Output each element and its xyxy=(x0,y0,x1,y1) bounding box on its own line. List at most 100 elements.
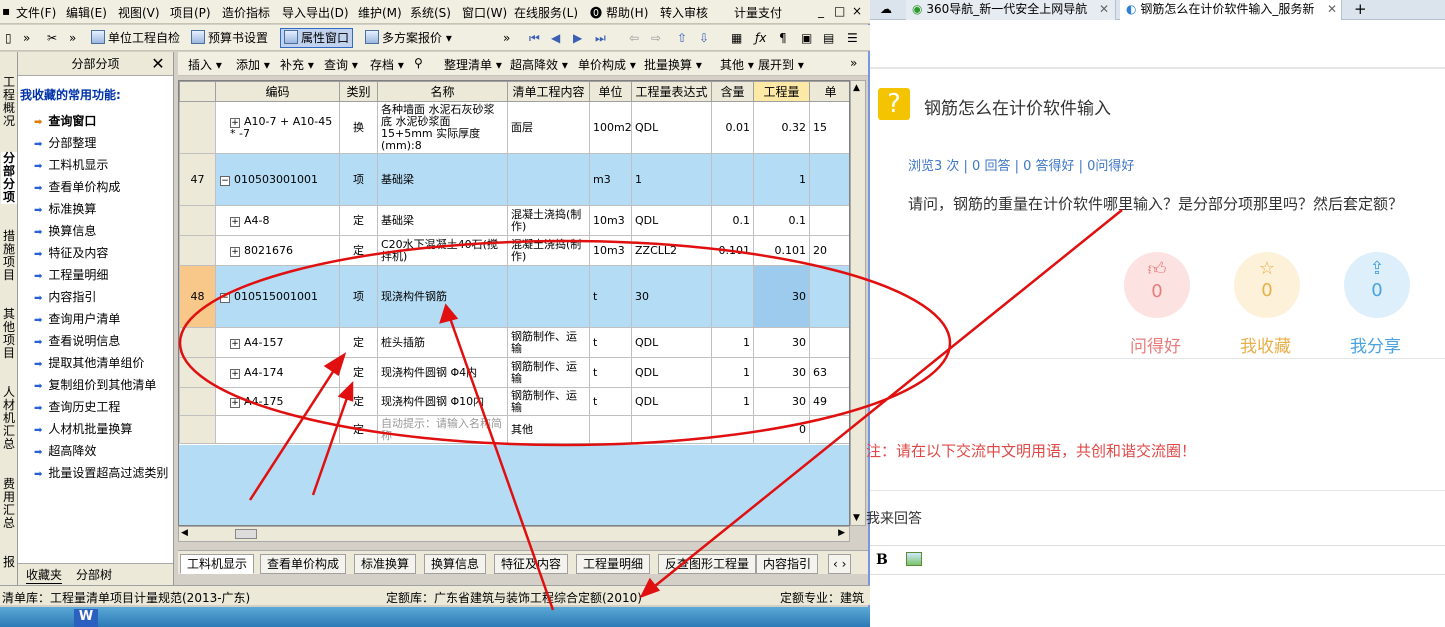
table-row[interactable]: + A4-8 定 基础梁 混凝土浇捣(制作) 10m3 QDL 0.1 0.1 xyxy=(179,205,849,236)
grid-tool-button[interactable]: 其他 ▾ xyxy=(720,56,754,73)
action-label[interactable]: 我收藏 xyxy=(1240,332,1291,357)
cell-qty[interactable]: 30 xyxy=(753,265,810,328)
next-record-icon[interactable]: ▶ xyxy=(570,28,585,48)
cell-content[interactable]: 面层 xyxy=(507,101,590,154)
grid-tool-button[interactable]: 补充 ▾ xyxy=(280,56,314,73)
tab-scroll-icon[interactable]: ‹ › xyxy=(828,554,852,574)
table-row[interactable]: 定 自动提示：请输入名称简称 其他 0 xyxy=(179,415,849,444)
expand-icon[interactable]: + xyxy=(230,368,240,379)
cell-qty[interactable]: 0.101 xyxy=(753,235,810,266)
favorite-item[interactable]: ➡ 换算信息 xyxy=(34,222,96,239)
cell-unit[interactable]: m3 xyxy=(589,153,632,206)
cell-type[interactable]: 定 xyxy=(339,327,378,358)
table-row[interactable]: 48−010515001001 项 现浇构件钢筋 t 30 30 xyxy=(179,265,849,328)
favorite-item[interactable]: ➡ 工程量明细 xyxy=(34,266,108,283)
tab-other-items[interactable]: 其他项目 xyxy=(1,308,17,360)
row-number[interactable]: 47 xyxy=(179,153,216,206)
row-number[interactable] xyxy=(179,205,216,236)
menu-cost-index[interactable]: 造价指标 xyxy=(222,4,270,21)
cell-name[interactable]: 现浇构件圆钢 Φ4内 xyxy=(377,357,508,388)
question-stats[interactable]: 浏览3 次 | 0 回答 | 0 答得好 | 0问得好 xyxy=(908,155,1134,174)
scroll-right-icon[interactable]: ▶ xyxy=(838,528,845,538)
cell-type[interactable]: 项 xyxy=(339,265,378,328)
cell-expr[interactable]: QDL xyxy=(631,205,712,236)
favorite-item[interactable]: ➡ 查看单价构成 xyxy=(34,178,120,195)
prev-record-icon[interactable]: ◀ xyxy=(548,28,563,48)
expand-icon[interactable]: + xyxy=(230,246,240,257)
close-icon[interactable]: ✕ xyxy=(148,52,168,76)
arrow-up-icon[interactable]: ⇧ xyxy=(674,28,690,48)
cell-content[interactable]: 其他 xyxy=(507,415,590,444)
tab-sub-items[interactable]: 分部分项 xyxy=(1,152,17,204)
cell-price[interactable]: 63 xyxy=(809,357,849,388)
tab-measures[interactable]: 措施项目 xyxy=(1,230,17,282)
cell-qty_ratio[interactable]: 0.1 xyxy=(711,205,754,236)
cell-type[interactable]: 定 xyxy=(339,205,378,236)
toolbar-overflow-icon-3[interactable]: » xyxy=(500,28,513,48)
cell-qty_ratio[interactable]: 1 xyxy=(711,327,754,358)
favorite-item[interactable]: ➡ 人材机批量换算 xyxy=(34,420,132,437)
favorite-item[interactable]: ➡ 批量设置超高过滤类别 xyxy=(34,464,168,481)
cell-qty_ratio[interactable]: 1 xyxy=(711,387,754,416)
last-record-icon[interactable]: ⏭ xyxy=(592,28,609,48)
cell-qty_ratio[interactable]: 1 xyxy=(711,357,754,388)
cell-qty[interactable]: 1 xyxy=(753,153,810,206)
tab-material-summary[interactable]: 人材机汇总 xyxy=(1,386,17,451)
row-number[interactable] xyxy=(179,387,216,416)
menu-help[interactable]: 帮助(H) xyxy=(606,4,648,21)
arrow-right-icon[interactable]: ⇨ xyxy=(648,28,664,48)
cell-content[interactable] xyxy=(507,153,590,206)
browser-tab-question[interactable]: ◐ 钢筋怎么在计价软件输入_服务新 ✕ xyxy=(1120,0,1342,20)
tab-close-icon-2[interactable]: ✕ xyxy=(1327,0,1337,18)
cell-price[interactable] xyxy=(809,415,849,444)
bold-button[interactable]: B xyxy=(876,552,888,568)
row-number[interactable] xyxy=(179,101,216,154)
favorite-item[interactable]: ➡ 超高降效 xyxy=(34,442,96,459)
cell-qty[interactable]: 0.32 xyxy=(753,101,810,154)
cell-expr[interactable]: ZZCLL2 xyxy=(631,235,712,266)
cell-qty[interactable]: 30 xyxy=(753,387,810,416)
action-label[interactable]: 我分享 xyxy=(1350,332,1401,357)
cell-unit[interactable]: 100m2 xyxy=(589,101,632,154)
cell-price[interactable]: 20 xyxy=(809,235,849,266)
tab-report[interactable]: 报 xyxy=(1,556,17,569)
menu-edit[interactable]: 编辑(E) xyxy=(66,4,107,21)
cell-content[interactable] xyxy=(507,265,590,328)
favorite-item[interactable]: ➡ 内容指引 xyxy=(34,288,96,305)
expand-icon[interactable]: + xyxy=(230,397,240,408)
action-button[interactable]: ⇪ 0 xyxy=(1344,252,1410,318)
binoculars-icon[interactable]: ⚲ xyxy=(414,56,423,70)
expand-icon[interactable]: + xyxy=(230,338,240,349)
col-unit[interactable]: 单位 xyxy=(589,81,632,102)
col-price[interactable]: 单 xyxy=(809,81,849,102)
cell-expr[interactable]: 1 xyxy=(631,153,712,206)
cell-type[interactable]: 项 xyxy=(339,153,378,206)
cell-name[interactable]: C20水下混凝土40石(搅拌机) xyxy=(377,235,508,266)
cell-price[interactable] xyxy=(809,205,849,236)
cell-code[interactable] xyxy=(215,415,340,444)
scroll-thumb[interactable] xyxy=(235,529,257,539)
cell-price[interactable]: 49 xyxy=(809,387,849,416)
arrow-down-icon[interactable]: ⇩ xyxy=(696,28,712,48)
tab-section-tree[interactable]: 分部树 xyxy=(76,566,112,583)
cell-unit[interactable]: t xyxy=(589,387,632,416)
cell-content[interactable]: 混凝土浇捣(制作) xyxy=(507,205,590,236)
table-row[interactable]: 47−010503001001 项 基础梁 m3 1 1 xyxy=(179,153,849,206)
grid-tool-button[interactable]: 超高降效 ▾ xyxy=(510,56,568,73)
detail-tab[interactable]: 工料机显示 xyxy=(180,554,255,574)
cell-expr[interactable]: QDL xyxy=(631,101,712,154)
scroll-down-icon[interactable]: ▼ xyxy=(853,513,860,523)
list-icon[interactable]: ☰ xyxy=(844,28,861,48)
table-row[interactable]: + A4-175 定 现浇构件圆钢 Φ10内 钢筋制作、运输 t QDL 1 30 49 xyxy=(179,387,849,416)
toolbar-overflow-icon[interactable]: » xyxy=(20,28,33,48)
cell-qty_ratio[interactable] xyxy=(711,415,754,444)
cell-name[interactable]: 自动提示：请输入名称简称 xyxy=(377,415,508,444)
expand-icon[interactable]: + xyxy=(230,216,240,227)
favorite-item[interactable]: ➡ 标准换算 xyxy=(34,200,96,217)
cell-name[interactable]: 各种墙面 水泥石灰砂浆底 水泥砂浆面 15+5mm 实际厚度(mm):8 xyxy=(377,101,508,154)
col-expression[interactable]: 工程量表达式 xyxy=(631,81,712,102)
cell-content[interactable]: 混凝土浇捣(制作) xyxy=(507,235,590,266)
restore-button[interactable]: □ xyxy=(834,4,845,18)
collapse-icon[interactable]: − xyxy=(220,175,230,186)
cell-name[interactable]: 基础梁 xyxy=(377,205,508,236)
